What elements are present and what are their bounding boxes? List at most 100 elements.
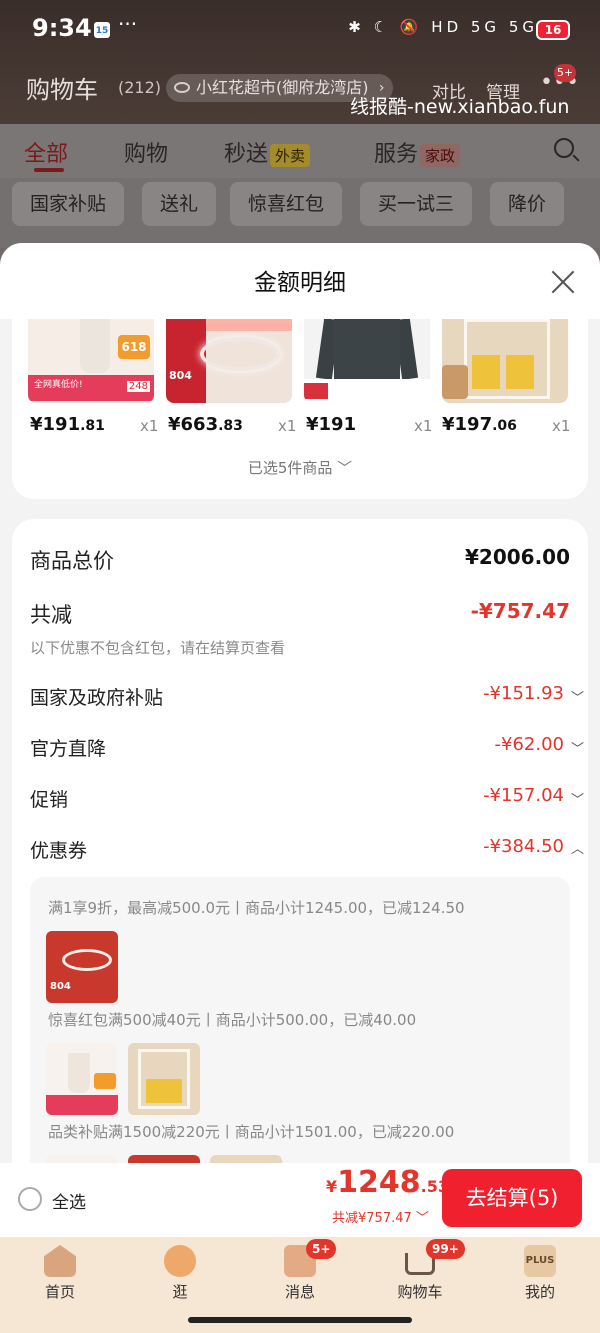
product-price: ¥663.83 <box>168 414 243 435</box>
status-icons: ✱ ☾ 🔕 HD 5G 5G <box>348 18 538 36</box>
total-saved-toggle[interactable]: 共减¥757.47 ﹀ <box>332 1207 429 1226</box>
product-price: ¥197.06 <box>442 414 517 435</box>
promo-price: 248 <box>126 381 150 392</box>
total-price: ¥1248.53 <box>326 1165 449 1200</box>
coupon-product-thumb <box>46 1043 118 1115</box>
currency-symbol: ¥ <box>326 1177 338 1196</box>
sweater-body <box>334 319 400 385</box>
nav-me[interactable]: PLUS 我的 <box>480 1237 600 1317</box>
thumb-red-number: 804 <box>50 981 71 992</box>
sweater-price-tag <box>304 379 430 403</box>
row-value: -¥62.00 <box>494 734 564 755</box>
coupon-line: 满1享9折，最高减500.0元丨商品小计1245.00，已减124.50 <box>48 899 465 917</box>
row-label: 国家及政府补贴 <box>30 687 164 709</box>
coupon-product-thumb <box>128 1155 200 1163</box>
total-int: 1248 <box>337 1165 421 1200</box>
nav-label: 我的 <box>524 1283 555 1301</box>
tab-services-label: 服务 <box>374 142 419 167</box>
cup-shape <box>68 1053 90 1093</box>
watermark: 线报酷-new.xianbao.fun <box>350 96 570 118</box>
row-value: -¥157.04 <box>483 785 564 806</box>
chevron-down-icon: ﹀ <box>570 742 584 757</box>
discount-label: 共减 <box>30 603 72 627</box>
nav-browse[interactable]: 逛 <box>120 1237 240 1317</box>
home-icon <box>44 1245 76 1277</box>
row-label: 促销 <box>30 789 69 811</box>
product-thumb-sweater[interactable] <box>304 319 430 403</box>
selected-count-toggle[interactable]: 已选5件商品 ﹀ <box>12 457 588 478</box>
tag-red-block <box>304 383 328 399</box>
home-indicator[interactable] <box>188 1317 412 1323</box>
takeout-tag: 外卖 <box>270 143 311 167</box>
price-int: ¥191 <box>30 414 81 435</box>
calendar-icon: 15 <box>94 22 110 38</box>
select-all-checkbox[interactable] <box>18 1187 42 1211</box>
chevron-down-icon: ﹀ <box>337 459 353 477</box>
product-thumb-light[interactable]: 804 <box>166 319 292 403</box>
shelf-bin <box>146 1079 182 1103</box>
product-price: ¥191 <box>306 414 356 435</box>
plus-member-icon: PLUS <box>524 1245 556 1277</box>
promo-618-badge: 618 <box>118 335 150 359</box>
nav-label: 逛 <box>172 1283 188 1301</box>
selected-count-text: 已选5件商品 <box>247 459 333 477</box>
tab-shopping[interactable]: 购物 <box>124 136 168 168</box>
product-qty: x1 <box>414 417 433 435</box>
shelf-bin <box>506 355 534 389</box>
shelf-basket <box>442 365 468 399</box>
nav-label: 首页 <box>44 1283 75 1301</box>
price-dec: .06 <box>492 418 517 434</box>
filter-chips: 国家补贴 送礼 惊喜红包 买一试三 降价 <box>0 178 600 248</box>
chip-red-packet[interactable]: 惊喜红包 <box>230 182 343 226</box>
checkout-button[interactable]: 去结算(5) <box>442 1169 582 1227</box>
cup-shape <box>80 319 110 373</box>
nav-messages[interactable]: 5+ 消息 <box>240 1237 360 1317</box>
page-title: 购物车 <box>26 76 98 104</box>
chip-price-drop[interactable]: 降价 <box>490 182 565 226</box>
price-int: ¥197 <box>442 414 493 435</box>
discount-value: -¥757.47 <box>470 599 570 623</box>
tab-all[interactable]: 全部 <box>24 136 68 168</box>
price-dec: .81 <box>80 418 105 434</box>
store-name: 小红花超市(御府龙湾店) <box>196 78 369 97</box>
coupon-product-thumb <box>46 1155 118 1163</box>
chip-gift[interactable]: 送礼 <box>142 182 217 226</box>
sheet-header: 金额明细 <box>0 243 600 319</box>
tab-instant[interactable]: 秒送 外卖 <box>224 136 311 168</box>
checkout-bar: 全选 ¥1248.53 共减¥757.47 ﹀ 去结算(5) <box>0 1163 600 1237</box>
coupon-product-thumb <box>128 1043 200 1115</box>
nav-home[interactable]: 首页 <box>0 1237 120 1317</box>
promo-band-text: 全网真低价! <box>34 380 83 390</box>
chevron-down-icon: ﹀ <box>570 691 584 706</box>
product-price: ¥191.81 <box>30 414 105 435</box>
more-badge: 5+ <box>554 64 576 82</box>
tab-instant-label: 秒送 <box>224 142 269 167</box>
chip-national-subsidy[interactable]: 国家补贴 <box>12 182 125 226</box>
row-label: 优惠券 <box>30 840 88 862</box>
nav-cart[interactable]: 99+ 购物车 <box>360 1237 480 1317</box>
row-value: -¥384.50 <box>483 836 564 857</box>
status-time: 9:34 <box>32 14 92 42</box>
category-tabs: 全部 购物 秒送 外卖 服务 家政 <box>0 124 600 178</box>
price-breakdown: 商品总价 ¥2006.00 共减 -¥757.47 以下优惠不包含红包，请在结算… <box>12 519 588 1163</box>
status-bar: 9:34 15 ··· ✱ ☾ 🔕 HD 5G 5G 16 <box>0 0 600 60</box>
product-thumb-cup[interactable]: 618 全网真低价! 248 <box>28 319 154 403</box>
select-all-label[interactable]: 全选 <box>52 1188 86 1213</box>
product-thumb-shelf[interactable] <box>442 319 568 403</box>
tab-services[interactable]: 服务 家政 <box>374 136 461 168</box>
close-icon[interactable] <box>548 267 578 297</box>
housekeeping-tag: 家政 <box>420 143 461 167</box>
more-notifications-icon: ··· <box>118 12 138 36</box>
search-icon[interactable] <box>554 138 574 158</box>
chip-try-three[interactable]: 买一试三 <box>360 182 473 226</box>
product-qty: x1 <box>278 417 297 435</box>
coupon-line: 品类补贴满1500减220元丨商品小计1501.00，已减220.00 <box>48 1123 455 1141</box>
cart-count: (212) <box>118 78 162 97</box>
discount-note: 以下优惠不包含红包，请在结算页查看 <box>30 639 286 657</box>
product-qty: x1 <box>552 417 571 435</box>
coupon-product-thumb: 804 <box>46 931 118 1003</box>
sheet-title: 金额明细 <box>254 270 346 296</box>
price-dec: .83 <box>218 418 243 434</box>
eye-icon <box>174 82 190 93</box>
row-value: -¥151.93 <box>483 683 564 704</box>
